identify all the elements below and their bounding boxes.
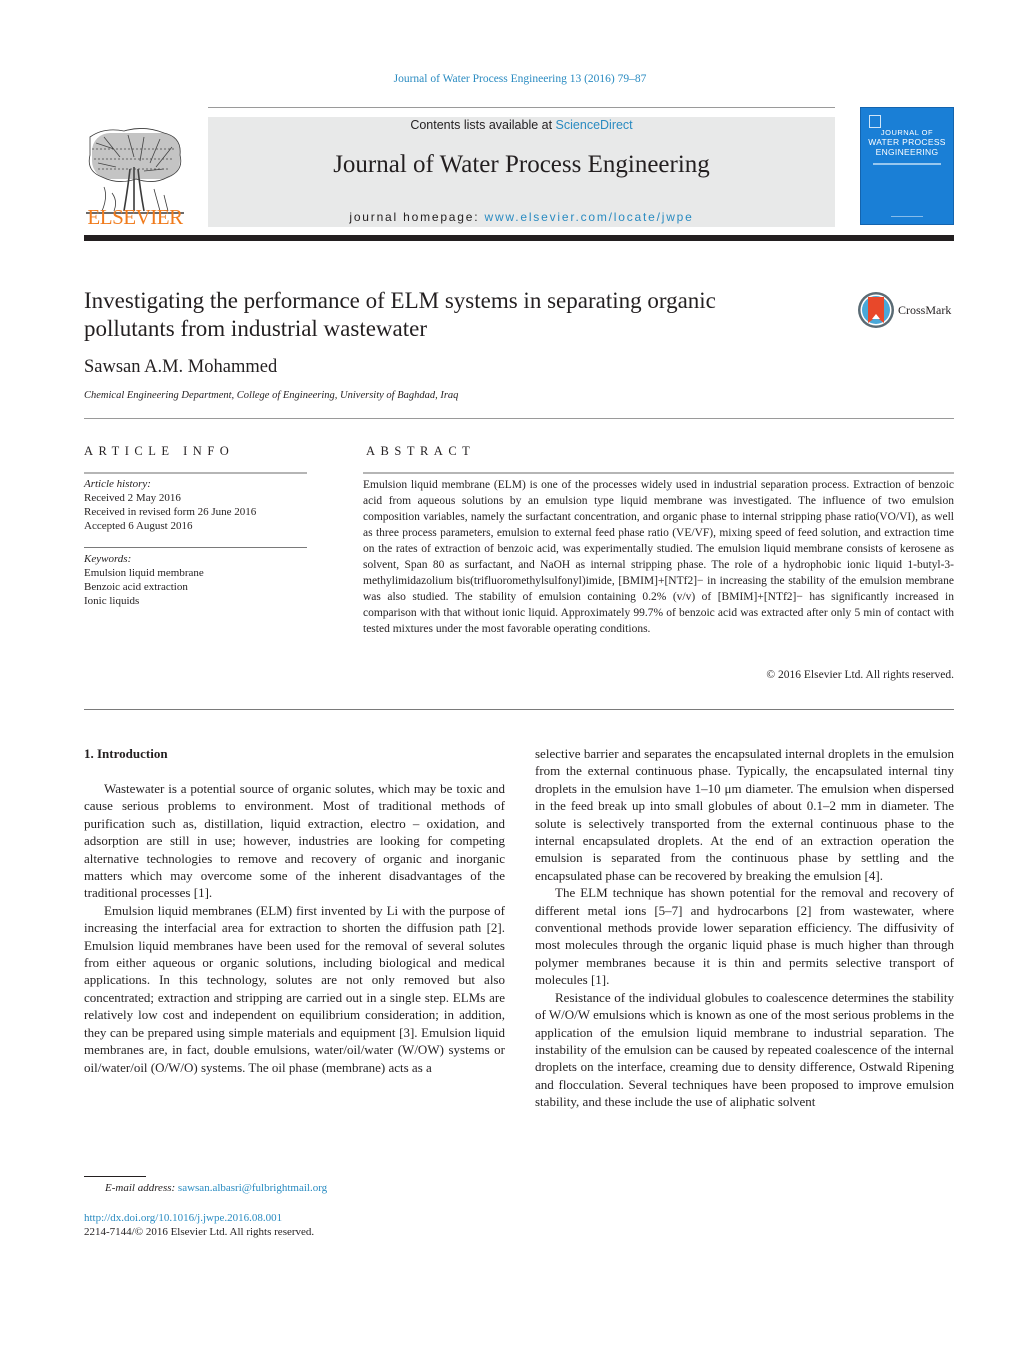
crossmark-label[interactable]: CrossMark xyxy=(898,303,951,318)
body-column-right: selective barrier and separates the enca… xyxy=(535,745,954,1111)
cover-footer-strip xyxy=(891,216,923,217)
sciencedirect-link[interactable]: ScienceDirect xyxy=(556,118,633,132)
history-received: Received 2 May 2016 xyxy=(84,492,181,504)
body-paragraph: Emulsion liquid membranes (ELM) first in… xyxy=(84,902,505,1075)
homepage-prefix: journal homepage: xyxy=(349,210,485,224)
body-column-left: Wastewater is a potential source of orga… xyxy=(84,780,505,1076)
contents-line: Contents lists available at ScienceDirec… xyxy=(208,118,835,132)
body-paragraph: Wastewater is a potential source of orga… xyxy=(84,781,505,901)
author-affiliation: Chemical Engineering Department, College… xyxy=(84,390,459,401)
header-top-rule xyxy=(208,107,835,108)
contents-prefix: Contents lists available at xyxy=(410,118,556,132)
article-title-line-1: Investigating the performance of ELM sys… xyxy=(84,288,716,313)
journal-title: Journal of Water Process Engineering xyxy=(333,151,710,178)
cover-line-1: JOURNAL OF xyxy=(880,128,934,137)
email-link[interactable]: sawsan.albasri@fulbrightmail.org xyxy=(178,1182,327,1194)
body-rule xyxy=(84,709,954,710)
keyword-item: Emulsion liquid membrane xyxy=(84,567,204,579)
body-paragraph: selective barrier and separates the enca… xyxy=(535,746,954,883)
article-info-rule xyxy=(84,472,307,474)
keywords-rule xyxy=(84,547,307,548)
keyword-item: Ionic liquids xyxy=(84,595,140,607)
elsevier-wordmark[interactable]: ELSEVIER xyxy=(84,205,186,230)
section-heading-introduction: 1. Introduction xyxy=(84,746,168,761)
article-info-heading: ARTICLE INFO xyxy=(84,444,235,458)
abstract-copyright: © 2016 Elsevier Ltd. All rights reserved… xyxy=(766,669,954,681)
author-name: Sawsan A.M. Mohammed xyxy=(84,357,278,377)
history-revised: Received in revised form 26 June 2016 xyxy=(84,506,257,518)
abstract-heading: ABSTRACT xyxy=(366,444,476,458)
cover-line-2: WATER PROCESS xyxy=(868,137,946,147)
footnote-rule xyxy=(84,1176,146,1177)
homepage-link[interactable]: www.elsevier.com/locate/jwpe xyxy=(485,210,694,224)
body-paragraph: Resistance of the individual globules to… xyxy=(535,989,954,1110)
article-title: Investigating the performance of ELM sys… xyxy=(84,287,844,343)
article-title-line-2: pollutants from industrial wastewater xyxy=(84,316,428,341)
homepage-line: journal homepage: www.elsevier.com/locat… xyxy=(208,210,835,224)
title-block-rule xyxy=(84,418,954,419)
cover-logo-icon xyxy=(869,115,881,128)
article-history-label: Article history: xyxy=(84,478,151,490)
history-accepted: Accepted 6 August 2016 xyxy=(84,520,193,532)
abstract-text: Emulsion liquid membrane (ELM) is one of… xyxy=(363,479,954,635)
email-footnote: E-mail address: sawsan.albasri@fulbright… xyxy=(105,1182,327,1194)
abstract-rule xyxy=(363,472,954,474)
journal-citation-link[interactable]: Journal of Water Process Engineering 13 … xyxy=(0,73,1020,85)
keywords-label: Keywords: xyxy=(84,553,132,565)
issn-copyright: 2214-7144/© 2016 Elsevier Ltd. All right… xyxy=(84,1226,315,1238)
body-paragraph: The ELM technique has shown potential fo… xyxy=(535,885,954,988)
doi-link[interactable]: http://dx.doi.org/10.1016/j.jwpe.2016.08… xyxy=(84,1212,282,1224)
cover-editors-strip xyxy=(873,163,941,165)
email-label: E-mail address: xyxy=(105,1182,178,1194)
keyword-item: Benzoic acid extraction xyxy=(84,581,188,593)
cover-line-3: ENGINEERING xyxy=(875,147,939,157)
header-thick-rule xyxy=(84,235,954,241)
keywords-block: Keywords: Emulsion liquid membrane Benzo… xyxy=(84,552,204,608)
journal-cover-thumbnail[interactable]: JOURNAL OF WATER PROCESS ENGINEERING xyxy=(860,107,954,225)
article-history: Article history: Received 2 May 2016 Rec… xyxy=(84,477,256,533)
